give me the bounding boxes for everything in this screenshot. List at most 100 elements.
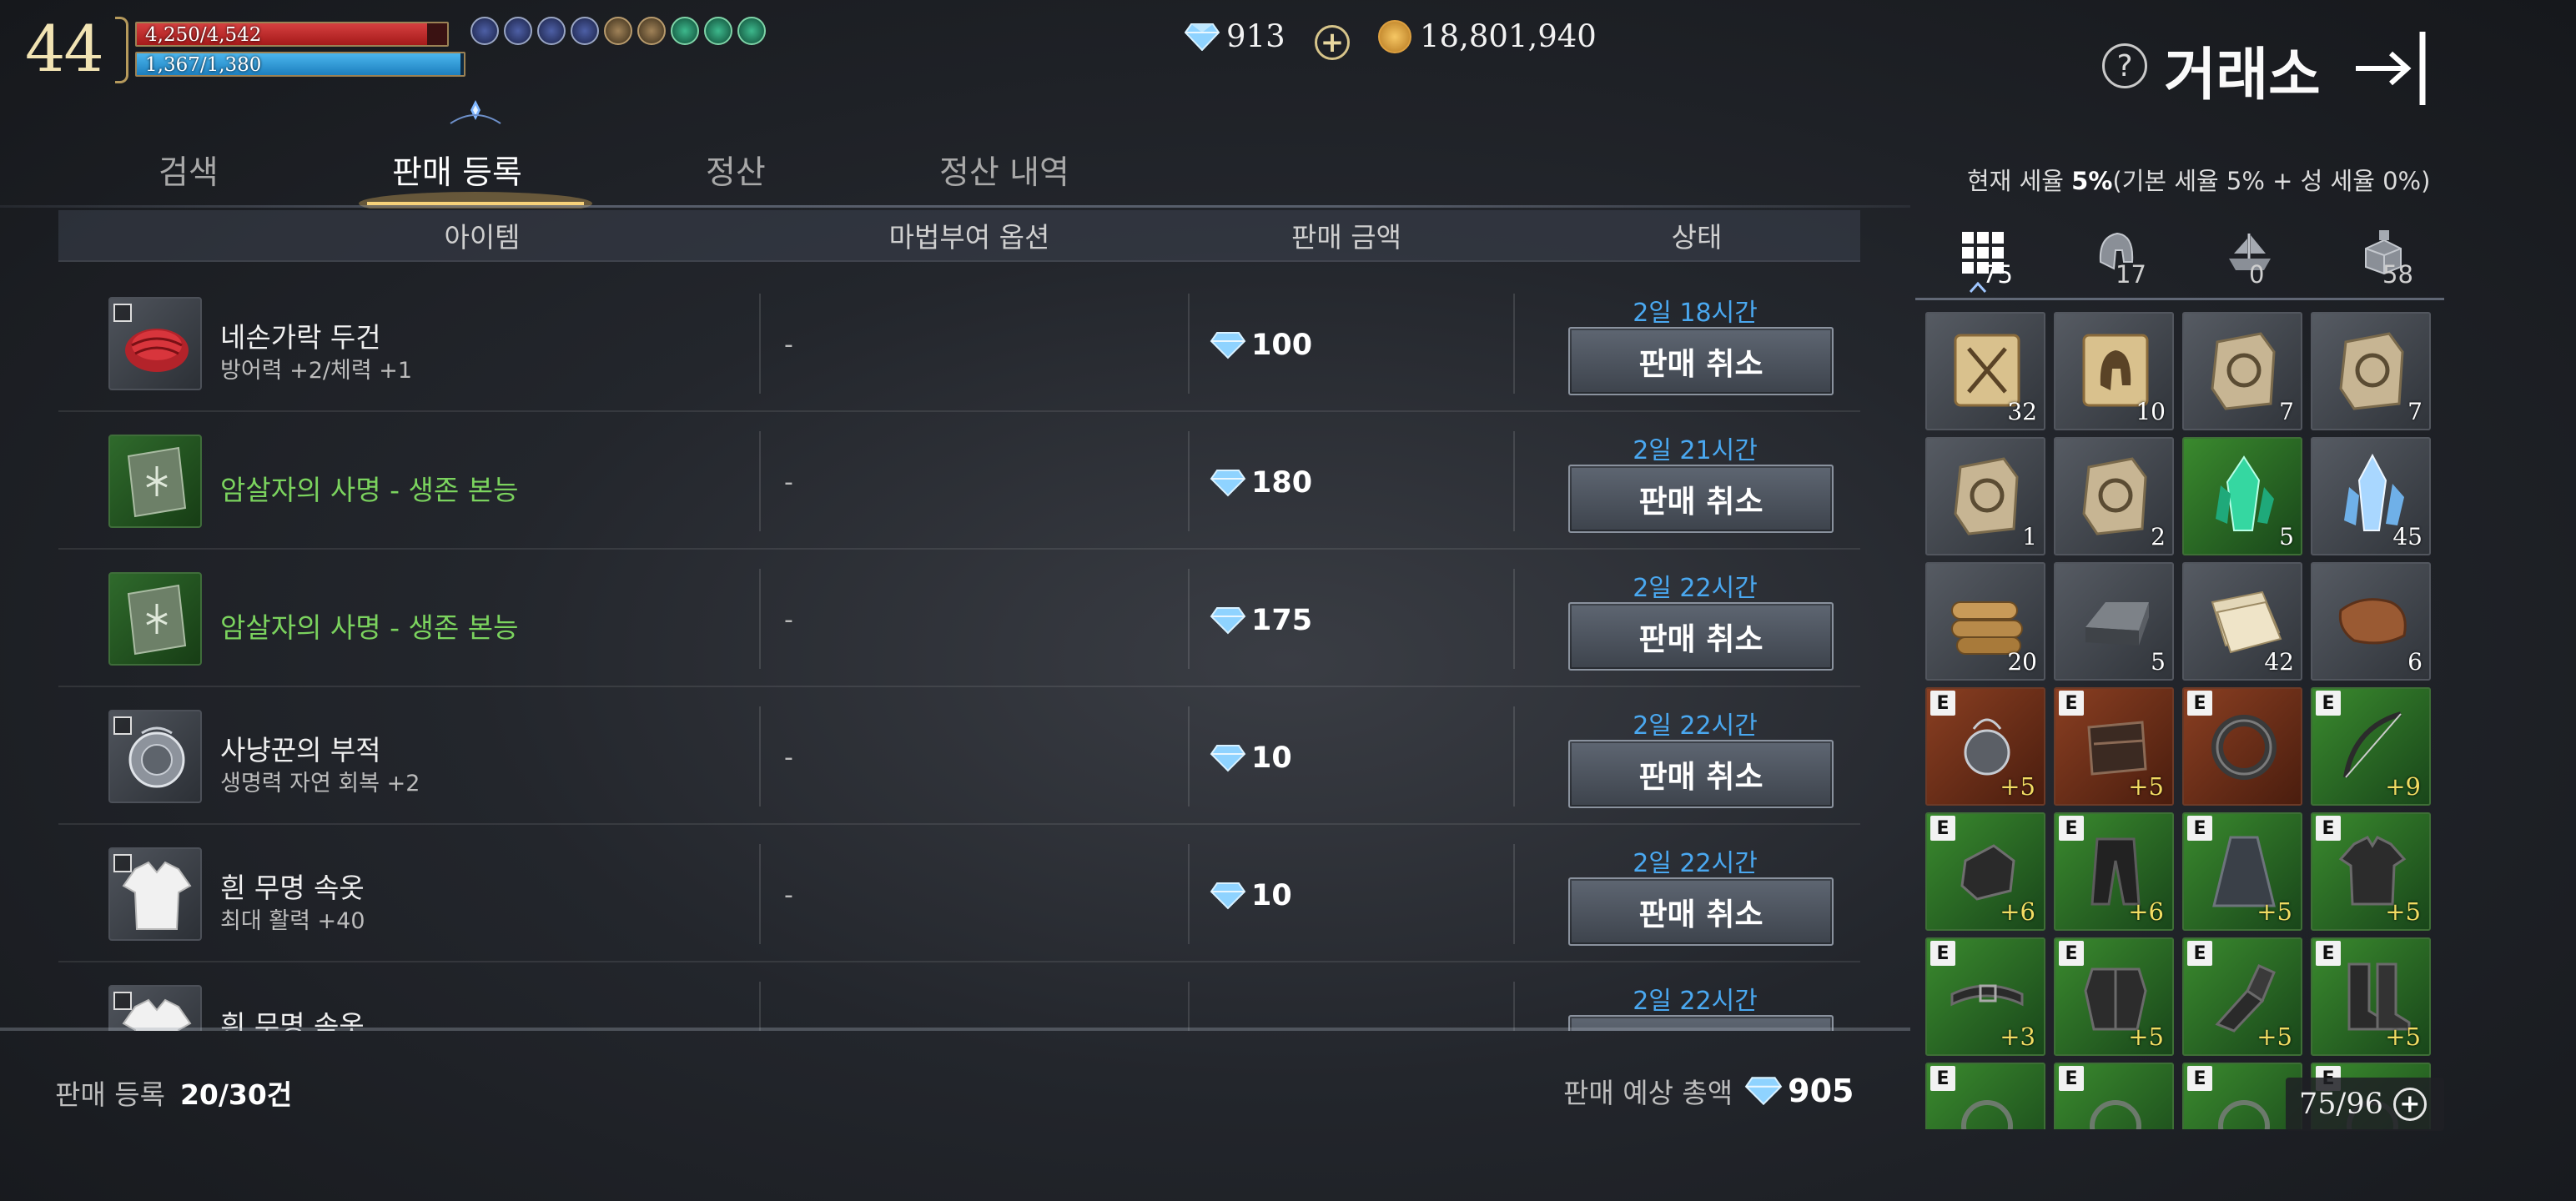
table-row[interactable]: 사냥꾼의 부적 생명력 자연 회복 +2 - 10 2일 22시간 판매 취소 bbox=[58, 688, 1860, 825]
help-icon[interactable]: ? bbox=[2102, 43, 2147, 88]
column-header-price: 판매 금액 bbox=[1291, 221, 1401, 254]
mp-text: 1,367/1,380 bbox=[145, 54, 262, 76]
mp-bar: 1,367/1,380 bbox=[135, 52, 465, 77]
add-currency-icon[interactable]: + bbox=[1315, 25, 1350, 60]
tab-search[interactable]: 검색 bbox=[158, 147, 219, 193]
item-price: 180 bbox=[1210, 466, 1312, 500]
inventory-slot[interactable]: 5 bbox=[2054, 562, 2174, 681]
inventory-slot[interactable]: E +5 bbox=[2311, 937, 2431, 1056]
table-row[interactable]: 암살자의 사명 - 생존 본능 - 175 2일 22시간 판매 취소 bbox=[58, 550, 1860, 687]
inventory-tab-count: 58 bbox=[2382, 260, 2413, 289]
inventory-slot[interactable]: E bbox=[2054, 1063, 2174, 1129]
item-option: 방어력 +2/체력 +1 bbox=[220, 358, 413, 384]
table-row[interactable]: 흰 무명 속옷 2일 22시간 판매 취소 bbox=[58, 963, 1860, 1031]
gem-icon bbox=[1210, 332, 1246, 359]
inventory-tab-count: 17 bbox=[2116, 260, 2146, 289]
cancel-sale-button[interactable]: 판매 취소 bbox=[1568, 602, 1834, 671]
total-value: 905 bbox=[1788, 1073, 1854, 1109]
column-divider bbox=[759, 294, 761, 394]
cancel-sale-button[interactable]: 판매 취소 bbox=[1568, 327, 1834, 395]
inventory-slot[interactable]: 7 bbox=[2311, 312, 2431, 430]
inventory-slot[interactable]: 7 bbox=[2182, 312, 2302, 430]
item-price: 175 bbox=[1210, 604, 1312, 637]
time-remaining: 2일 22시간 bbox=[1633, 849, 1758, 878]
inventory-slot[interactable]: E +5 bbox=[2311, 812, 2431, 931]
equipped-badge: E bbox=[2187, 941, 2212, 966]
equipped-badge: E bbox=[2316, 941, 2341, 966]
item-quantity: 5 bbox=[2151, 648, 2166, 676]
table-row[interactable]: 암살자의 사명 - 생존 본능 - 180 2일 21시간 판매 취소 bbox=[58, 413, 1860, 550]
inventory-slot[interactable]: 32 bbox=[1925, 312, 2045, 430]
buff-icon[interactable] bbox=[571, 17, 599, 45]
equipped-badge: E bbox=[1930, 691, 1955, 716]
inventory-slot[interactable]: 1 bbox=[1925, 437, 2045, 555]
tab-sale-registration[interactable]: 판매 등록 bbox=[392, 147, 522, 193]
buff-icon[interactable] bbox=[604, 17, 632, 45]
tab-settlement[interactable]: 정산 bbox=[706, 147, 766, 193]
item-name: 흰 무명 속옷 bbox=[220, 872, 365, 904]
inventory-slot[interactable]: 2 bbox=[2054, 437, 2174, 555]
inventory-tab-equipment[interactable]: 17 bbox=[2049, 225, 2174, 300]
item-price: 10 bbox=[1210, 879, 1292, 912]
inventory-slot[interactable]: E +5 bbox=[2182, 812, 2302, 931]
tab-underline bbox=[0, 205, 1910, 208]
inventory-slot[interactable]: 20 bbox=[1925, 562, 2045, 681]
page-title: 거래소 bbox=[2164, 42, 2321, 108]
inventory-slot[interactable]: E +3 bbox=[1925, 937, 2045, 1056]
inventory-slot[interactable]: E +5 bbox=[1925, 687, 2045, 806]
inventory-slot[interactable]: E bbox=[1925, 1063, 2045, 1129]
inventory-slot[interactable]: E +5 bbox=[2054, 687, 2174, 806]
exit-icon[interactable] bbox=[2352, 28, 2436, 108]
inventory-slot[interactable]: E +5 bbox=[2182, 937, 2302, 1056]
expand-inventory-icon[interactable]: + bbox=[2392, 1088, 2427, 1121]
tab-settlement-history[interactable]: 정산 내역 bbox=[939, 147, 1069, 193]
lock-icon bbox=[113, 992, 132, 1010]
stone-tablet-icon bbox=[2339, 332, 2404, 410]
table-row[interactable]: 흰 무명 속옷 최대 활력 +40 - 10 2일 22시간 판매 취소 bbox=[58, 826, 1860, 962]
column-divider bbox=[1188, 431, 1190, 531]
buff-icon[interactable] bbox=[637, 17, 666, 45]
inventory-grid[interactable]: 32 10 7 7 1 2 5 45 20 5 42 6 E +5 E +5 E E +9 E +6 E +6 E +5 E +5 E… bbox=[1925, 312, 2451, 1129]
buff-icon[interactable] bbox=[671, 17, 699, 45]
sale-list[interactable]: 네손가락 두건 방어력 +2/체력 +1 - 100 2일 18시간 판매 취소… bbox=[58, 275, 1869, 1031]
enhancement-level: +6 bbox=[2128, 897, 2164, 926]
cancel-sale-button[interactable]: 판매 취소 bbox=[1568, 740, 1834, 808]
inventory-slot[interactable]: 45 bbox=[2311, 437, 2431, 555]
inventory-tab-materials[interactable]: 58 bbox=[2316, 225, 2441, 300]
cancel-sale-button[interactable]: 판매 취소 bbox=[1568, 877, 1834, 946]
inventory-slot[interactable]: E bbox=[2182, 687, 2302, 806]
inventory-slot[interactable]: 42 bbox=[2182, 562, 2302, 681]
buff-icon[interactable] bbox=[504, 17, 532, 45]
buff-icon[interactable] bbox=[704, 17, 732, 45]
item-quantity: 7 bbox=[2407, 398, 2423, 425]
enhancement-level: +6 bbox=[2000, 897, 2035, 926]
inventory-tab-count: 0 bbox=[2249, 260, 2265, 289]
cancel-sale-button[interactable]: 판매 취소 bbox=[1568, 465, 1834, 533]
tax-detail: (기본 세율 5% + 성 세율 0%) bbox=[2112, 167, 2431, 195]
inventory-tab-all[interactable]: 75 bbox=[1915, 225, 2040, 300]
gold-amount: 18,801,940 bbox=[1420, 18, 1597, 54]
inventory-slot[interactable]: E +6 bbox=[2054, 812, 2174, 931]
table-row[interactable]: 네손가락 두건 방어력 +2/체력 +1 - 100 2일 18시간 판매 취소 bbox=[58, 275, 1860, 412]
expected-total: 판매 예상 총액 905 bbox=[1563, 1071, 1854, 1111]
inventory-slot[interactable]: E bbox=[2182, 1063, 2302, 1129]
buff-icon[interactable] bbox=[737, 17, 766, 45]
gem-amount: 913 bbox=[1226, 18, 1285, 54]
inventory-slot[interactable]: E +5 bbox=[2054, 937, 2174, 1056]
gem-icon bbox=[1210, 607, 1246, 635]
buff-icon[interactable] bbox=[470, 17, 499, 45]
inventory-slot[interactable]: 5 bbox=[2182, 437, 2302, 555]
equipped-badge: E bbox=[2316, 691, 2341, 716]
item-name: 암살자의 사명 - 생존 본능 bbox=[220, 474, 519, 506]
list-bottom-divider bbox=[0, 1028, 1910, 1031]
listing-label: 판매 등록 bbox=[55, 1078, 165, 1111]
buff-icon[interactable] bbox=[537, 17, 566, 45]
equipped-badge: E bbox=[2187, 1066, 2212, 1091]
inventory-slot[interactable]: 10 bbox=[2054, 312, 2174, 430]
inventory-slot[interactable]: E +9 bbox=[2311, 687, 2431, 806]
inventory-slot[interactable]: 6 bbox=[2311, 562, 2431, 681]
inventory-tab-ship[interactable]: 0 bbox=[2182, 225, 2307, 300]
unknown-item-icon bbox=[2218, 1100, 2270, 1129]
inventory-slot[interactable]: E +6 bbox=[1925, 812, 2045, 931]
enhancement-level: +5 bbox=[2257, 897, 2292, 926]
